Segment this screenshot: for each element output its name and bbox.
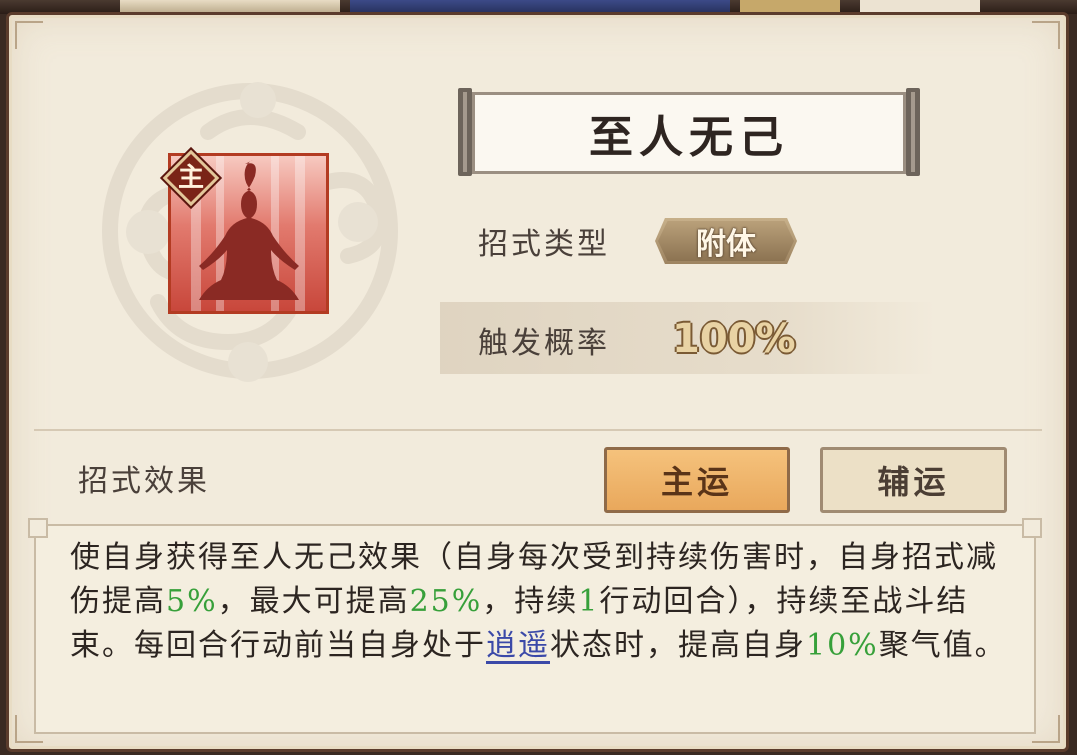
desc-text: ，持续 — [482, 584, 579, 619]
effect-section-label: 招式效果 — [78, 464, 210, 499]
corner-ornament — [1032, 21, 1060, 49]
desc-value: 25% — [409, 584, 483, 619]
desc-text: 聚气值。 — [878, 628, 1007, 663]
xiaoyao-status-link[interactable]: 逍遥 — [486, 628, 550, 663]
skill-title-frame: 至人无己 — [458, 88, 920, 178]
corner-ornament — [15, 21, 43, 49]
skill-type-label: 招式类型 — [478, 227, 610, 262]
effect-description: 使自身获得至人无己效果（自身每次受到持续伤害时，自身招式减伤提高5%，最大可提高… — [70, 536, 1010, 668]
desc-text: ，最大可提高 — [217, 584, 410, 619]
tab-main-mode[interactable]: 主运 — [604, 447, 790, 513]
skill-title: 至人无己 — [589, 112, 789, 163]
trigger-rate-value: 100% — [672, 316, 796, 362]
corner-ornament — [1032, 715, 1060, 743]
desc-value: 5% — [166, 584, 218, 619]
skill-title-box: 至人无己 — [472, 92, 906, 174]
section-divider — [34, 429, 1042, 431]
badge-label: 主 — [177, 163, 204, 193]
skill-type-badge: 附体 — [655, 218, 797, 264]
main-skill-badge: 主 — [162, 149, 220, 207]
desc-value: 1 — [578, 584, 600, 619]
bracket-left — [458, 88, 472, 176]
tab-assist-mode[interactable]: 辅运 — [820, 447, 1007, 513]
bracket-right — [906, 88, 920, 176]
effect-description-box: 使自身获得至人无己效果（自身每次受到持续伤害时，自身招式减伤提高5%，最大可提高… — [28, 518, 1042, 734]
desc-value: 10% — [806, 628, 879, 663]
desc-text: 状态时，提高自身 — [550, 628, 806, 663]
trigger-rate-label: 触发概率 — [478, 326, 610, 361]
skill-type-value: 附体 — [696, 227, 756, 262]
